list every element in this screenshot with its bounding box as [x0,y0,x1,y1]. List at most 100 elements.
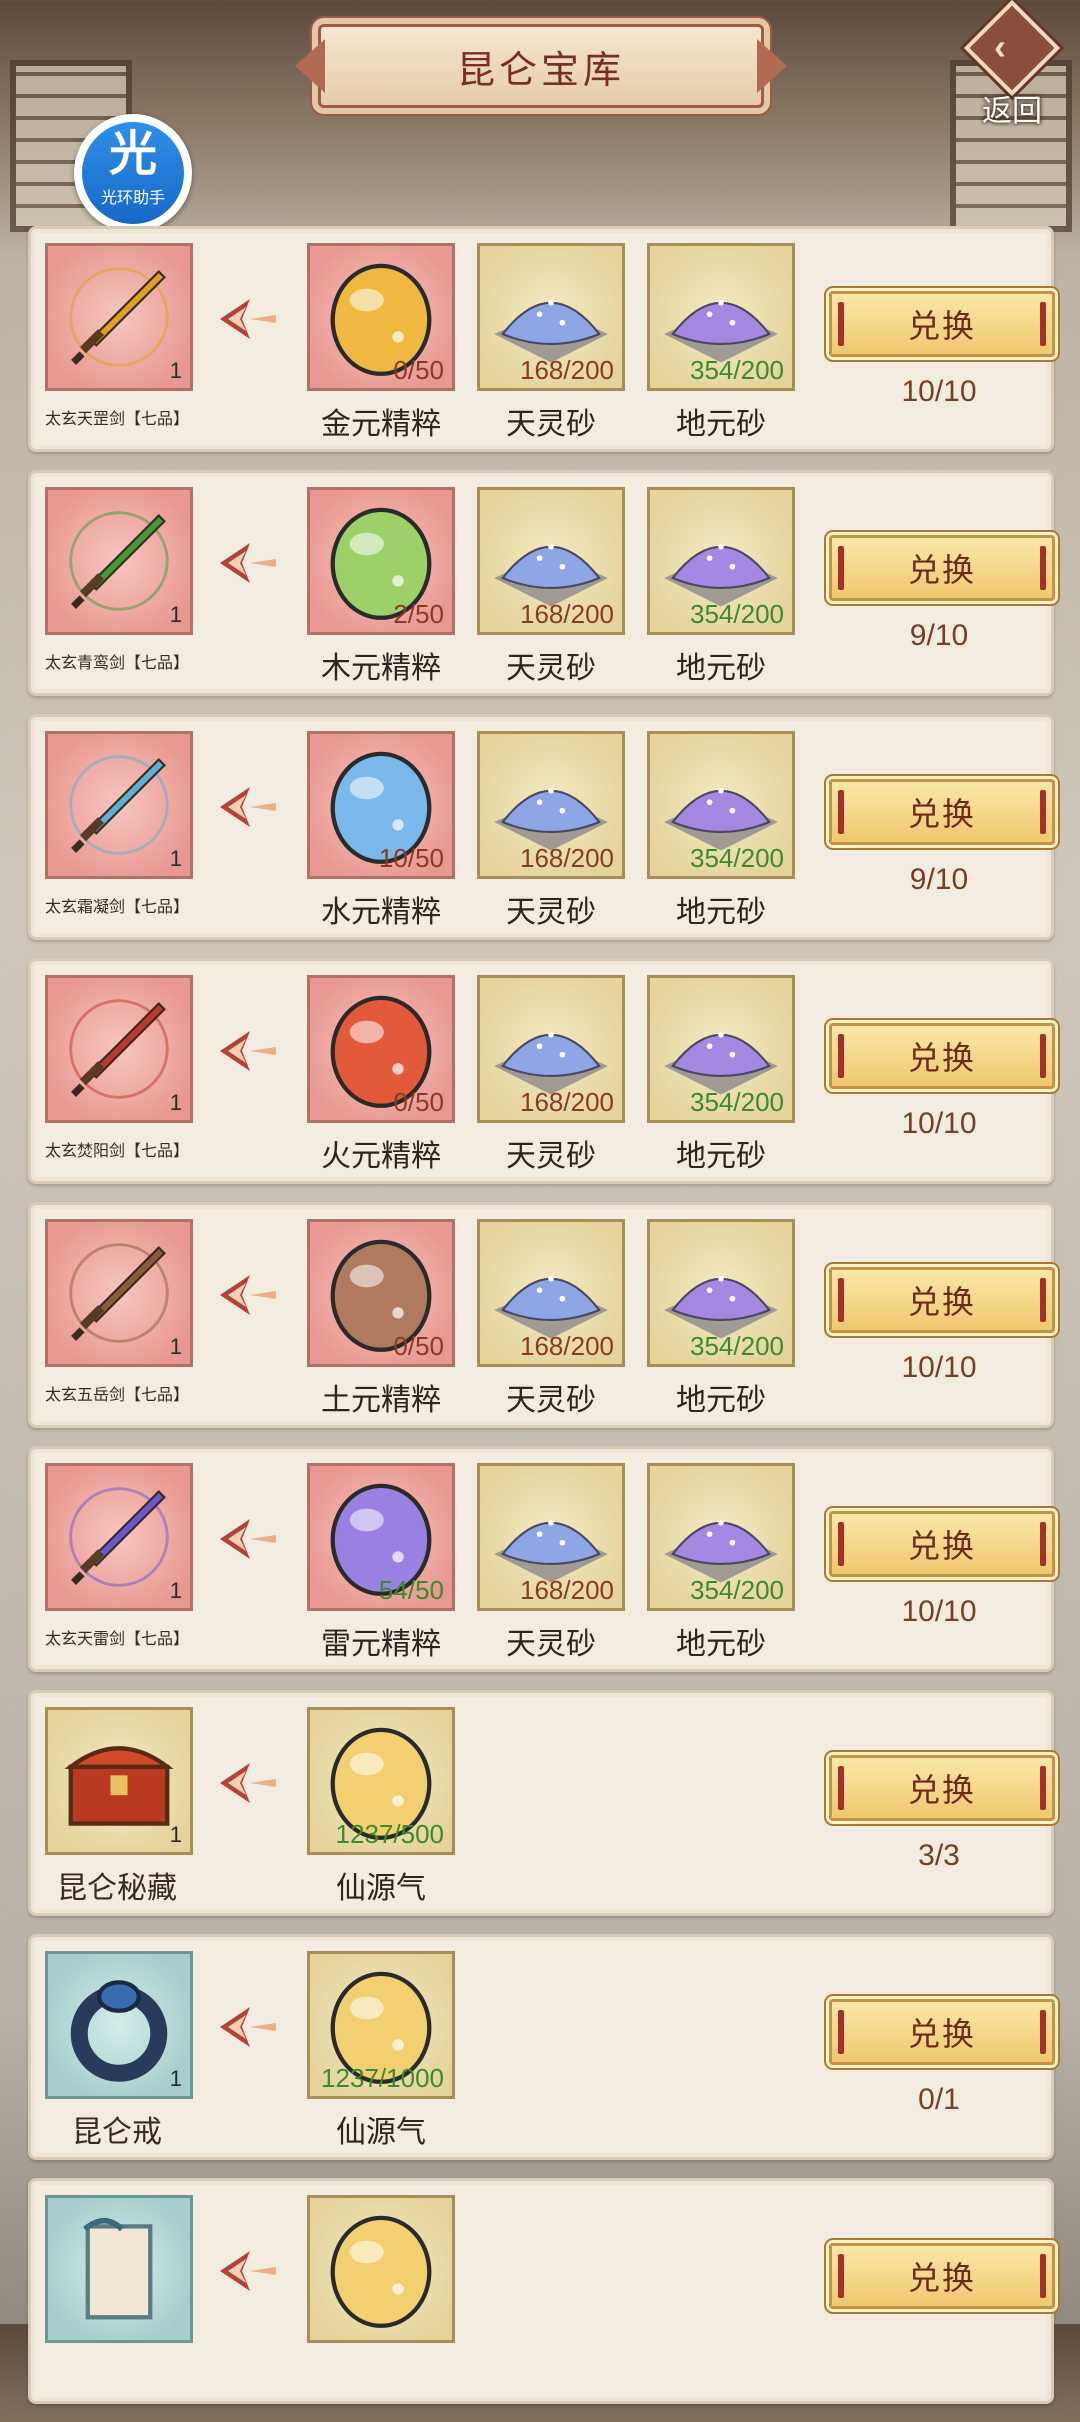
cost-slot[interactable] [307,2195,455,2343]
cost-slot[interactable]: 54/50 [307,1463,455,1611]
scroll-icon [48,2198,190,2340]
exchange-arrow-icon [216,1021,286,1081]
reward-name: 太玄天雷剑【七品】 [44,1631,189,1648]
cost-name: 火元精粹 [321,1140,441,1173]
cost-slot[interactable]: 168/200 [477,1219,625,1367]
assistant-badge-icon: 光 光环助手 [82,122,184,224]
exchange-limit: 0/1 [918,2083,960,2116]
cost-slot[interactable]: 0/50 [307,1219,455,1367]
cost-quantity: 0/50 [393,355,444,385]
back-button[interactable]: ‹ 返回 [962,0,1072,128]
exchange-row: 1 太玄焚阳剑【七品】 0/50 火元精粹 168/200 天灵砂 354/200 地元砂 兑换… [28,958,1055,1184]
page-title: 昆仑宝库 [456,49,625,92]
exchange-button[interactable]: 兑换 [829,2243,1055,2309]
green-sword-icon [48,490,190,632]
exchange-limit: 10/10 [901,1351,977,1384]
cost-slot[interactable]: 10/50 [307,731,455,879]
reward-count: 1 [169,846,182,871]
cost-quantity: 168/200 [520,1575,614,1605]
cost-name: 地元砂 [676,652,766,685]
exchange-button[interactable]: 兑换 [829,1755,1055,1821]
exchange-limit: 3/3 [918,1839,960,1872]
exchange-button[interactable]: 兑换 [829,535,1055,601]
exchange-row: 1 太玄五岳剑【七品】 0/50 土元精粹 168/200 天灵砂 354/200 地元砂 兑换… [28,1202,1055,1428]
cost-name: 木元精粹 [321,652,441,685]
cost-name: 地元砂 [676,896,766,929]
cost-slot[interactable]: 168/200 [477,731,625,879]
exchange-row: 1 太玄天罡剑【七品】 0/50 金元精粹 168/200 天灵砂 354/200 地元砂 兑换… [28,226,1055,452]
cost-slot[interactable]: 0/50 [307,975,455,1123]
reward-count: 1 [169,1334,182,1359]
reward-name: 太玄霜凝剑【七品】 [44,899,189,916]
cost-name: 水元精粹 [321,896,441,929]
cost-slot[interactable]: 1237/500 [307,1707,455,1855]
reward-slot[interactable]: 1 [45,731,193,879]
cost-quantity: 354/200 [690,843,784,873]
reward-slot[interactable]: 1 [45,975,193,1123]
exchange-arrow-icon [216,777,286,837]
exchange-list[interactable]: 1 太玄天罡剑【七品】 0/50 金元精粹 168/200 天灵砂 354/200 地元砂 兑换… [28,226,1055,2422]
cost-slot[interactable]: 354/200 [647,731,795,879]
cost-slot[interactable]: 0/50 [307,243,455,391]
cost-slot[interactable]: 168/200 [477,975,625,1123]
exchange-limit: 10/10 [901,375,977,408]
reward-count: 1 [169,2066,182,2091]
reward-slot[interactable]: 1 [45,1951,193,2099]
exchange-row: 1 昆仑戒 1237/1000 仙源气 兑换 0/1 [28,1934,1055,2160]
cost-slot[interactable]: 354/200 [647,975,795,1123]
reward-count: 1 [169,1090,182,1115]
cost-name: 仙源气 [336,2116,426,2149]
reward-slot[interactable]: 1 [45,1463,193,1611]
ice-sword-icon [48,734,190,876]
cost-slot[interactable]: 354/200 [647,487,795,635]
reward-slot[interactable]: 1 [45,487,193,635]
cost-quantity: 2/50 [393,599,444,629]
reward-slot[interactable] [45,2195,193,2343]
cost-slot[interactable]: 168/200 [477,243,625,391]
badge-name: 光环助手 [100,190,165,207]
reward-name: 太玄五岳剑【七品】 [44,1387,189,1404]
cost-quantity: 1237/500 [335,1819,444,1849]
cost-slot[interactable]: 2/50 [307,487,455,635]
badge-char: 光 [108,128,157,181]
cost-name: 天灵砂 [506,652,596,685]
cost-slot[interactable]: 168/200 [477,487,625,635]
exchange-button[interactable]: 兑换 [829,1023,1055,1089]
exchange-button[interactable]: 兑换 [829,779,1055,845]
exchange-arrow-icon [216,1997,286,2057]
exchange-button[interactable]: 兑换 [829,1999,1055,2065]
reward-count: 1 [169,1822,182,1847]
cost-slot[interactable]: 168/200 [477,1463,625,1611]
exchange-button[interactable]: 兑换 [829,1267,1055,1333]
cost-quantity: 354/200 [690,1331,784,1361]
cost-quantity: 168/200 [520,843,614,873]
reward-slot[interactable]: 1 [45,1707,193,1855]
exchange-limit: 10/10 [901,1107,977,1140]
cost-slot[interactable]: 354/200 [647,1463,795,1611]
reward-slot[interactable]: 1 [45,243,193,391]
ring-icon [48,1954,190,2096]
exchange-row: 1 太玄青鸾剑【七品】 2/50 木元精粹 168/200 天灵砂 354/200 地元砂 兑换… [28,470,1055,696]
exchange-button[interactable]: 兑换 [829,1511,1055,1577]
thunder-sword-icon [48,1466,190,1608]
exchange-arrow-icon [216,1509,286,1569]
cost-quantity: 0/50 [393,1087,444,1117]
cost-quantity: 10/50 [378,843,444,873]
cost-slot[interactable]: 354/200 [647,1219,795,1367]
cost-quantity: 168/200 [520,1087,614,1117]
page-title-banner: 昆仑宝库 [318,24,764,108]
reward-name: 太玄青鸾剑【七品】 [44,655,189,672]
cost-name: 天灵砂 [506,408,596,441]
assistant-badge[interactable]: 光 光环助手 [74,114,192,232]
cost-name: 天灵砂 [506,1628,596,1661]
cost-quantity: 354/200 [690,355,784,385]
exchange-arrow-icon [216,533,286,593]
cost-name: 地元砂 [676,1384,766,1417]
cost-slot[interactable]: 1237/1000 [307,1951,455,2099]
cost-slot[interactable]: 354/200 [647,243,795,391]
reward-slot[interactable]: 1 [45,1219,193,1367]
exchange-button[interactable]: 兑换 [829,291,1055,357]
cost-quantity: 168/200 [520,1331,614,1361]
cost-name: 金元精粹 [321,408,441,441]
cost-name: 天灵砂 [506,896,596,929]
